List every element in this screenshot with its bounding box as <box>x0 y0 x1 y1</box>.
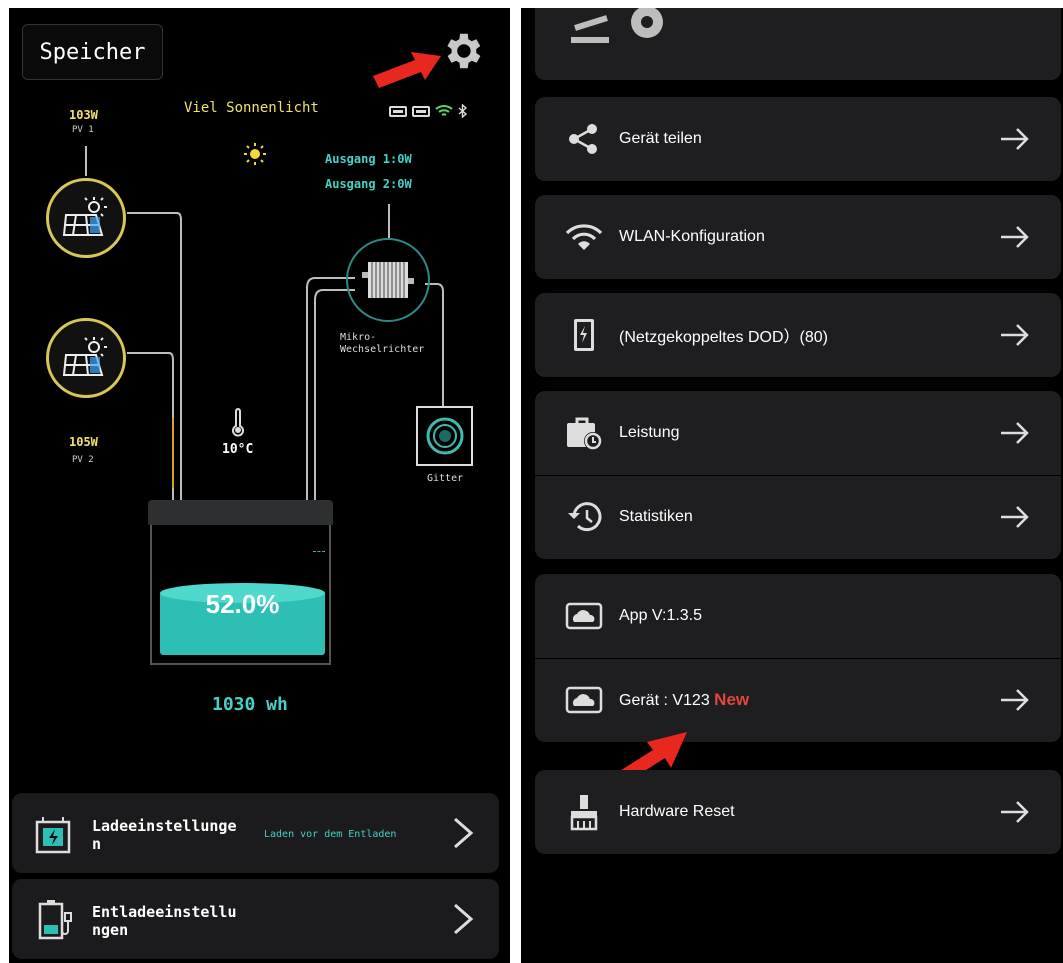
pv2-panel <box>46 318 126 398</box>
grid-socket <box>416 406 473 466</box>
discharge-settings-label: Entladeeinstellu ngen <box>92 903 237 939</box>
battery-charge-icon <box>563 314 605 356</box>
sun-icon <box>244 143 266 165</box>
device-settings-screen: Gerät teilen WLAN-Konfiguration (Netzgek… <box>521 8 1063 963</box>
dod-row[interactable]: (Netzgekoppeltes DOD）(80) <box>535 293 1061 377</box>
statistics-row[interactable]: Statistiken <box>535 475 1061 559</box>
charge-settings-hint: Laden vor dem Entladen <box>264 829 397 840</box>
briefcase-clock-icon <box>563 412 605 454</box>
battery-graphic: 52.0% <box>148 500 333 672</box>
discharge-settings-label-line2: ngen <box>92 921 129 939</box>
battery-body: 52.0% <box>150 525 331 665</box>
inverter-label-line1: Mikro- <box>340 332 377 343</box>
broom-icon <box>563 791 605 833</box>
hardware-reset-card: Hardware Reset <box>535 770 1061 854</box>
inverter-label-line2: Wechselrichter <box>340 344 425 355</box>
pv1-panel <box>46 178 126 258</box>
output-2: Ausgang 2:0W <box>325 177 412 191</box>
micro-inverter <box>346 238 430 322</box>
charge-settings-label: Ladeeinstellunge n <box>92 817 237 853</box>
socket-icon <box>426 417 463 455</box>
battery-energy: 1030 wh <box>212 694 288 715</box>
inverter-icon <box>362 262 414 298</box>
arrow-right-icon <box>1001 801 1029 823</box>
solar-panel-icon <box>62 197 107 236</box>
discharge-settings-label-line1: Entladeeinstellu <box>92 903 237 921</box>
dod-card: (Netzgekoppeltes DOD）(80) <box>535 293 1061 377</box>
new-badge: New <box>714 690 750 709</box>
top-cut-card <box>535 8 1061 80</box>
share-device-label: Gerät teilen <box>619 130 702 147</box>
hardware-reset-row[interactable]: Hardware Reset <box>535 770 1061 854</box>
arrow-right-icon <box>1001 128 1029 150</box>
cloud-icon <box>563 595 605 637</box>
arrow-right-icon <box>1001 324 1029 346</box>
share-device-card: Gerät teilen <box>535 97 1061 181</box>
dod-label: (Netzgekoppeltes DOD）(80) <box>619 329 828 346</box>
performance-label: Leistung <box>619 424 680 441</box>
inverter-label: Mikro- Wechselrichter <box>340 332 424 356</box>
arrow-right-icon <box>1001 422 1029 444</box>
statistics-label: Statistiken <box>619 508 693 525</box>
chevron-right-icon <box>454 903 474 935</box>
output-1: Ausgang 1:0W <box>325 152 412 166</box>
cut-off-icon <box>571 8 663 43</box>
pv2-label: PV 2 <box>72 455 94 465</box>
share-icon <box>563 118 605 160</box>
solar-panel-icon <box>62 337 107 376</box>
pv1-power: 103W <box>69 108 98 122</box>
app-version-row: App V:1.3.5 <box>535 574 1061 658</box>
charge-settings-label-line1: Ladeeinstellunge <box>92 817 237 835</box>
battery-marker <box>313 551 325 552</box>
wifi-config-row[interactable]: WLAN-Konfiguration <box>535 195 1061 279</box>
share-device-row[interactable]: Gerät teilen <box>535 97 1061 181</box>
storage-overview-screen: Speicher Viel Sonnenlicht 103W PV 1 105W… <box>9 8 510 963</box>
thermometer-icon <box>231 408 244 437</box>
discharge-battery-icon <box>38 900 72 940</box>
grid-label: Gitter <box>427 473 464 484</box>
pv2-power: 105W <box>69 435 98 449</box>
wifi-config-label: WLAN-Konfiguration <box>619 228 765 245</box>
chevron-right-icon <box>454 817 474 849</box>
temperature: 10°C <box>222 408 253 457</box>
app-version-label: App V:1.3.5 <box>619 607 703 624</box>
charge-battery-icon <box>35 817 71 854</box>
battery-percent: 52.0% <box>205 589 280 619</box>
discharge-settings-row[interactable]: Entladeeinstellu ngen <box>12 879 499 959</box>
charge-settings-row[interactable]: Ladeeinstellunge n Laden vor dem Entlade… <box>12 793 499 873</box>
version-card: App V:1.3.5 Gerät : V123 New <box>535 574 1061 742</box>
charge-settings-label-line2: n <box>92 835 102 853</box>
device-version-label: Gerät : V123 New <box>619 690 749 710</box>
wifi-icon <box>563 216 605 258</box>
arrow-right-icon <box>1001 689 1029 711</box>
device-version-text: Gerät : V123 <box>619 692 710 709</box>
cloud-icon <box>563 679 605 721</box>
pv1-label: PV 1 <box>72 125 94 135</box>
arrow-right-icon <box>1001 506 1029 528</box>
performance-row[interactable]: Leistung <box>535 391 1061 475</box>
history-icon <box>563 496 605 538</box>
performance-stats-card: Leistung Statistiken <box>535 391 1061 559</box>
temperature-value: 10°C <box>222 442 254 457</box>
wifi-config-card: WLAN-Konfiguration <box>535 195 1061 279</box>
battery-cap <box>148 500 333 525</box>
arrow-right-icon <box>1001 226 1029 248</box>
hardware-reset-label: Hardware Reset <box>619 803 735 820</box>
